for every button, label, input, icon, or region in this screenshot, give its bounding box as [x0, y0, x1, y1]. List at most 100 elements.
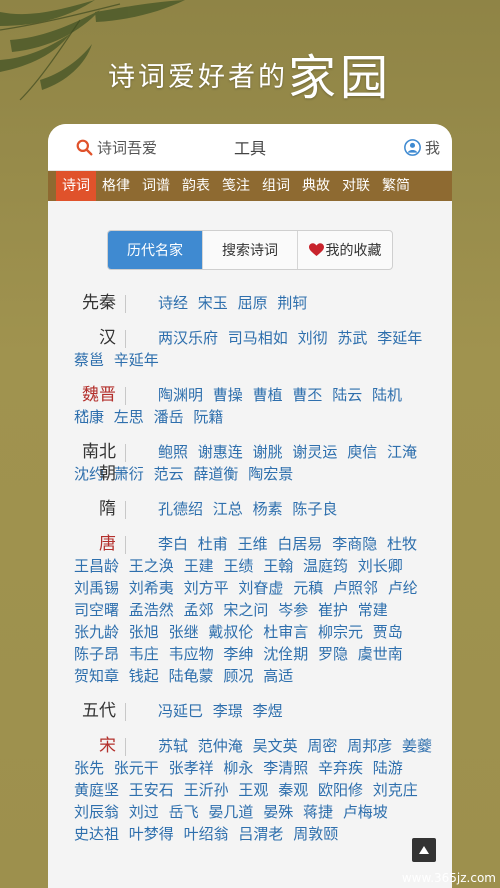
- poet-link[interactable]: 曹丕: [292, 386, 322, 404]
- poet-link[interactable]: 王观: [238, 781, 268, 799]
- nav-item-zuci[interactable]: 组词: [256, 171, 296, 201]
- poet-link[interactable]: 辛弃疾: [318, 759, 363, 777]
- tab-my-favorites[interactable]: 我的收藏: [298, 231, 392, 269]
- poet-link[interactable]: 范云: [154, 465, 184, 483]
- poet-link[interactable]: 屈原: [238, 294, 268, 312]
- poet-link[interactable]: 司马相如: [228, 329, 288, 347]
- poet-link[interactable]: 张孝祥: [169, 759, 214, 777]
- poet-link[interactable]: 岳飞: [169, 803, 199, 821]
- poet-link[interactable]: 陆云: [332, 386, 362, 404]
- poet-link[interactable]: 秦观: [278, 781, 308, 799]
- poet-link[interactable]: 黄庭坚: [74, 781, 119, 799]
- poet-link[interactable]: 左思: [114, 408, 144, 426]
- poet-link[interactable]: 苏轼: [158, 737, 188, 755]
- nav-item-fanjian[interactable]: 繁简: [376, 171, 416, 201]
- poet-link[interactable]: 李白: [158, 535, 188, 553]
- poet-link[interactable]: 刘希夷: [129, 579, 174, 597]
- poet-link[interactable]: 曹植: [253, 386, 283, 404]
- poet-link[interactable]: 贾岛: [373, 623, 403, 641]
- poet-link[interactable]: 杜审言: [263, 623, 308, 641]
- poet-link[interactable]: 岑参: [278, 601, 308, 619]
- poet-link[interactable]: 王绩: [223, 557, 253, 575]
- poet-link[interactable]: 晏几道: [208, 803, 253, 821]
- poet-link[interactable]: 张继: [169, 623, 199, 641]
- poet-link[interactable]: 蒋捷: [303, 803, 333, 821]
- poet-link[interactable]: 沈佺期: [263, 645, 308, 663]
- poet-link[interactable]: 史达祖: [74, 825, 119, 843]
- poet-link[interactable]: 虞世南: [358, 645, 403, 663]
- profile-button[interactable]: 我: [404, 137, 440, 158]
- poet-link[interactable]: 谢朓: [253, 443, 283, 461]
- poet-link[interactable]: 刘眘虚: [238, 579, 283, 597]
- poet-link[interactable]: 韦庄: [129, 645, 159, 663]
- poet-link[interactable]: 王昌龄: [74, 557, 119, 575]
- nav-item-yunbiao[interactable]: 韵表: [176, 171, 216, 201]
- poet-link[interactable]: 周敦颐: [293, 825, 338, 843]
- poet-link[interactable]: 杜牧: [387, 535, 417, 553]
- poet-link[interactable]: 孔德绍: [158, 500, 203, 518]
- poet-link[interactable]: 潘岳: [154, 408, 184, 426]
- poet-link[interactable]: 江淹: [387, 443, 417, 461]
- poet-link[interactable]: 李延年: [377, 329, 422, 347]
- poet-link[interactable]: 元稹: [293, 579, 323, 597]
- poet-link[interactable]: 谢灵运: [292, 443, 337, 461]
- poet-link[interactable]: 王之涣: [129, 557, 174, 575]
- poet-link[interactable]: 李煜: [253, 702, 283, 720]
- poet-link[interactable]: 陶宏景: [248, 465, 293, 483]
- poet-link[interactable]: 宋之问: [223, 601, 268, 619]
- poet-link[interactable]: 荆轲: [277, 294, 307, 312]
- poet-link[interactable]: 卢梅坡: [343, 803, 388, 821]
- poet-link[interactable]: 吕渭老: [238, 825, 283, 843]
- poet-link[interactable]: 陆龟蒙: [169, 667, 214, 685]
- poet-link[interactable]: 吴文英: [253, 737, 298, 755]
- poet-link[interactable]: 周邦彦: [347, 737, 392, 755]
- poet-link[interactable]: 杜甫: [198, 535, 228, 553]
- poet-link[interactable]: 范仲淹: [198, 737, 243, 755]
- poet-link[interactable]: 李清照: [263, 759, 308, 777]
- poet-link[interactable]: 白居易: [277, 535, 322, 553]
- poet-link[interactable]: 李商隐: [332, 535, 377, 553]
- poet-link[interactable]: 温庭筠: [303, 557, 348, 575]
- poet-link[interactable]: 陈子昂: [74, 645, 119, 663]
- poet-link[interactable]: 嵇康: [74, 408, 104, 426]
- nav-item-diangu[interactable]: 典故: [296, 171, 336, 201]
- poet-link[interactable]: 孟郊: [184, 601, 214, 619]
- poet-link[interactable]: 张先: [74, 759, 104, 777]
- poet-link[interactable]: 张九龄: [74, 623, 119, 641]
- nav-item-duilian[interactable]: 对联: [336, 171, 376, 201]
- poet-link[interactable]: 鲍照: [158, 443, 188, 461]
- poet-link[interactable]: 柳宗元: [318, 623, 363, 641]
- poet-link[interactable]: 欧阳修: [318, 781, 363, 799]
- poet-link[interactable]: 王建: [184, 557, 214, 575]
- poet-link[interactable]: 柳永: [223, 759, 253, 777]
- poet-link[interactable]: 晏殊: [263, 803, 293, 821]
- poet-link[interactable]: 王沂孙: [184, 781, 229, 799]
- poet-link[interactable]: 刘禹锡: [74, 579, 119, 597]
- poet-link[interactable]: 阮籍: [193, 408, 223, 426]
- poet-link[interactable]: 张元干: [114, 759, 159, 777]
- poet-link[interactable]: 两汉乐府: [158, 329, 218, 347]
- poet-link[interactable]: 陆游: [373, 759, 403, 777]
- poet-link[interactable]: 叶绍翁: [184, 825, 229, 843]
- poet-link[interactable]: 刘彻: [298, 329, 328, 347]
- poet-link[interactable]: 杨素: [253, 500, 283, 518]
- poet-link[interactable]: 王安石: [129, 781, 174, 799]
- poet-link[interactable]: 钱起: [129, 667, 159, 685]
- poet-link[interactable]: 陶渊明: [158, 386, 203, 404]
- poet-link[interactable]: 叶梦得: [129, 825, 174, 843]
- poet-link[interactable]: 刘方平: [184, 579, 229, 597]
- nav-item-shici[interactable]: 诗词: [56, 171, 96, 201]
- poet-link[interactable]: 韦应物: [169, 645, 214, 663]
- poet-link[interactable]: 孟浩然: [129, 601, 174, 619]
- poet-link[interactable]: 刘克庄: [373, 781, 418, 799]
- poet-link[interactable]: 卢纶: [388, 579, 418, 597]
- poet-link[interactable]: 刘辰翁: [74, 803, 119, 821]
- poet-link[interactable]: 贺知章: [74, 667, 119, 685]
- poet-link[interactable]: 陈子良: [292, 500, 337, 518]
- poet-link[interactable]: 刘长卿: [358, 557, 403, 575]
- poet-link[interactable]: 曹操: [213, 386, 243, 404]
- poet-link[interactable]: 张旭: [129, 623, 159, 641]
- poet-link[interactable]: 江总: [213, 500, 243, 518]
- poet-link[interactable]: 姜夔: [402, 737, 432, 755]
- tab-search-poems[interactable]: 搜索诗词: [203, 231, 298, 269]
